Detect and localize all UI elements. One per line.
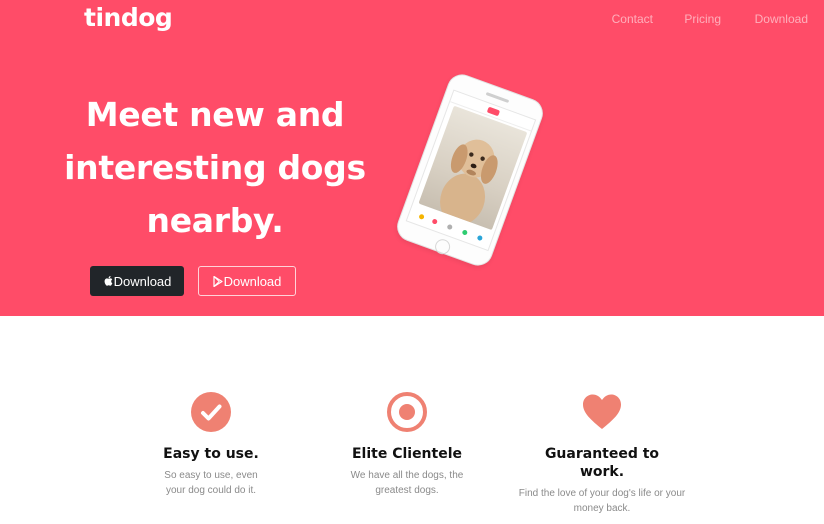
google-play-icon	[212, 275, 224, 287]
bullseye-icon	[387, 392, 427, 432]
boost-icon[interactable]	[476, 234, 484, 242]
nav-download-link[interactable]: Download	[755, 12, 808, 26]
feature-title: Elite Clientele	[351, 446, 463, 462]
brand-logo[interactable]: tindog	[84, 3, 173, 32]
hero-section: tindog Contact Pricing Download Meet new…	[0, 0, 824, 316]
heart-icon	[582, 392, 622, 432]
apple-icon	[103, 275, 114, 287]
phone-speaker	[485, 92, 510, 104]
nav-pricing-link[interactable]: Pricing	[684, 12, 721, 26]
superlike-icon[interactable]	[446, 223, 453, 231]
apple-download-label: Download	[113, 273, 172, 289]
check-circle-icon	[191, 392, 231, 432]
phone-home-button	[432, 237, 453, 257]
phone-screen	[405, 89, 537, 252]
app-logo-icon	[486, 106, 501, 117]
rewind-icon[interactable]	[418, 213, 425, 220]
feature-description: Find the love of your dog's life or your…	[518, 488, 686, 514]
hero-headline: Meet new and interesting dogs nearby.	[64, 95, 366, 240]
feature-title: Guaranteed to work.	[544, 446, 660, 480]
features-section: Easy to use. So easy to use, even your d…	[0, 316, 824, 524]
apple-download-button[interactable]: Download	[90, 266, 184, 296]
feature-description: So easy to use, even your dog could do i…	[164, 470, 258, 496]
nav-contact-link[interactable]: Contact	[612, 12, 653, 26]
phone-mockup	[392, 70, 548, 270]
feature-description: We have all the dogs, the greatest dogs.	[350, 470, 464, 496]
feature-title: Easy to use.	[163, 446, 259, 462]
nope-icon[interactable]	[431, 218, 438, 225]
google-play-download-button[interactable]: Download	[198, 266, 296, 296]
like-icon[interactable]	[461, 229, 469, 236]
google-play-download-label: Download	[223, 273, 282, 289]
